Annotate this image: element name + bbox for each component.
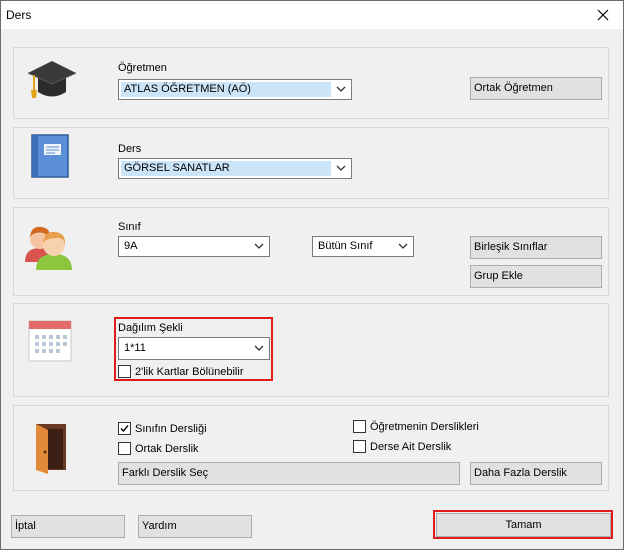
class-scope-select[interactable]: Bütün Sınıf	[312, 236, 414, 257]
cancel-button[interactable]: İptal	[11, 515, 125, 538]
class-label: Sınıf	[118, 221, 141, 233]
students-icon	[25, 226, 72, 270]
chevron-down-icon	[254, 243, 264, 249]
add-group-button[interactable]: Grup Ekle	[470, 265, 602, 288]
class-select[interactable]: 9A	[118, 236, 270, 257]
merged-classes-button[interactable]: Birleşik Sınıflar	[470, 236, 602, 259]
lesson-group: Ders GÖRSEL SANATLAR	[13, 127, 609, 199]
distribution-group: Dağılım Şekli 1*11 2'lik Kartlar Bölüneb…	[13, 303, 609, 397]
class-room-checkbox[interactable]: Sınıfın Dersliği	[118, 422, 207, 435]
graduation-cap-icon	[27, 61, 77, 98]
teacher-label: Öğretmen	[118, 62, 167, 74]
chevron-down-icon	[398, 243, 408, 249]
teacher-select[interactable]: ATLAS ÖĞRETMEN (AÖ)	[118, 79, 352, 100]
checkbox-box	[353, 440, 366, 453]
classroom-group: Sınıfın Dersliği Ortak Derslik Öğretmeni…	[13, 405, 609, 491]
chevron-down-icon	[336, 165, 346, 171]
window-title: Ders	[6, 8, 32, 22]
chevron-down-icon	[336, 86, 346, 92]
calendar-icon	[28, 320, 72, 362]
close-icon	[597, 9, 609, 21]
close-button[interactable]	[583, 1, 623, 29]
book-icon	[31, 134, 69, 178]
checkmark-icon	[120, 425, 129, 433]
class-scope-value: Bütün Sınıf	[318, 240, 373, 252]
lesson-select[interactable]: GÖRSEL SANATLAR	[118, 158, 352, 179]
help-button[interactable]: Yardım	[138, 515, 252, 538]
teacher-rooms-checkbox[interactable]: Öğretmenin Derslikleri	[353, 420, 479, 433]
door-icon	[36, 424, 66, 474]
ders-dialog: Ders Öğretmen ATLAS ÖĞRETMEN (AÖ) Ortak …	[0, 0, 624, 550]
class-group: Sınıf 9A Bütün Sınıf Birleşik Sınıflar G…	[13, 207, 609, 296]
class-room-label: Sınıfın Dersliği	[135, 422, 207, 435]
teacher-rooms-label: Öğretmenin Derslikleri	[370, 420, 479, 433]
lesson-room-label: Derse Ait Derslik	[370, 440, 452, 453]
checkbox-box	[118, 422, 131, 435]
checkbox-box	[118, 442, 131, 455]
lesson-room-checkbox[interactable]: Derse Ait Derslik	[353, 440, 451, 453]
class-select-value: 9A	[124, 240, 138, 252]
shared-teacher-button[interactable]: Ortak Öğretmen	[470, 77, 602, 100]
lesson-label: Ders	[118, 143, 142, 155]
shared-room-label: Ortak Derslik	[135, 442, 199, 455]
lesson-select-value: GÖRSEL SANATLAR	[121, 161, 331, 176]
teacher-group: Öğretmen ATLAS ÖĞRETMEN (AÖ) Ortak Öğret…	[13, 47, 609, 119]
more-rooms-button[interactable]: Daha Fazla Derslik	[470, 462, 602, 485]
shared-room-checkbox[interactable]: Ortak Derslik	[118, 442, 199, 455]
teacher-select-value: ATLAS ÖĞRETMEN (AÖ)	[121, 82, 331, 97]
checkbox-box	[353, 420, 366, 433]
choose-room-button[interactable]: Farklı Derslik Seç	[118, 462, 460, 485]
distribution-highlight	[114, 317, 273, 381]
ok-highlight	[433, 510, 613, 539]
title-bar: Ders	[1, 1, 623, 29]
